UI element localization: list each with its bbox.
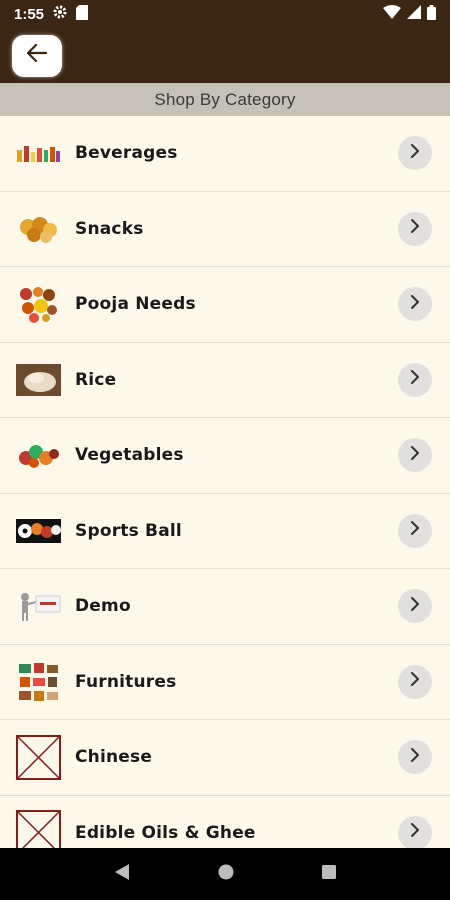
gear-icon — [52, 4, 68, 24]
chevron-right-icon — [410, 294, 420, 314]
recents-square-icon[interactable] — [321, 864, 337, 885]
broken-image-placeholder — [16, 810, 61, 848]
demo-thumbnail — [16, 588, 61, 624]
category-row-demo[interactable]: Demo — [0, 569, 450, 645]
category-label: Furnitures — [75, 671, 177, 692]
section-title: Shop By Category — [154, 89, 296, 109]
chevron-right-button[interactable] — [398, 362, 432, 397]
category-row-beverages[interactable]: Beverages — [0, 116, 450, 192]
category-label: Beverages — [75, 143, 178, 164]
arrow-left-icon — [26, 43, 48, 67]
home-circle-icon[interactable] — [217, 863, 235, 886]
category-row-furnitures[interactable]: Furnitures — [0, 645, 450, 720]
category-row-edible-oils-ghee[interactable]: Edible Oils & Ghee — [0, 796, 450, 848]
category-label: Vegetables — [75, 445, 184, 466]
chevron-right-button[interactable] — [398, 589, 432, 624]
chevron-right-icon — [410, 445, 420, 465]
furnitures-thumbnail — [16, 662, 61, 701]
chevron-right-icon — [410, 143, 420, 163]
category-label: Sports Ball — [75, 520, 182, 541]
chevron-right-button[interactable] — [398, 815, 432, 848]
back-button[interactable] — [12, 34, 62, 77]
broken-image-placeholder — [16, 734, 61, 780]
rice-thumbnail — [16, 362, 61, 398]
chevron-right-button[interactable] — [398, 438, 432, 473]
chevron-right-button[interactable] — [398, 513, 432, 548]
sd-card-icon — [76, 4, 89, 24]
chevron-right-icon — [410, 747, 420, 767]
pooja-needs-thumbnail — [16, 286, 61, 324]
chevron-right-button[interactable] — [398, 664, 432, 699]
chevron-right-icon — [410, 521, 420, 540]
category-row-sports-ball[interactable]: Sports Ball — [0, 494, 450, 569]
back-triangle-icon[interactable] — [113, 863, 131, 886]
category-row-vegetables[interactable]: Vegetables — [0, 418, 450, 494]
chevron-right-icon — [410, 596, 420, 616]
battery-icon — [427, 4, 436, 24]
category-label: Pooja Needs — [75, 294, 196, 315]
status-time: 1:55 — [14, 5, 45, 23]
chevron-right-icon — [410, 370, 420, 389]
app-bar — [0, 28, 450, 83]
section-header: Shop By Category — [0, 83, 450, 116]
chevron-right-button[interactable] — [398, 136, 432, 171]
category-list: Beverages Snacks Pooja Needs Rice Vegeta… — [0, 116, 450, 848]
chevron-right-button[interactable] — [398, 740, 432, 775]
category-label: Chinese — [75, 747, 153, 768]
chevron-right-icon — [410, 672, 420, 691]
category-label: Snacks — [75, 218, 144, 239]
chevron-right-button[interactable] — [398, 211, 432, 246]
chevron-right-icon — [410, 823, 420, 842]
beverages-thumbnail — [16, 135, 61, 171]
sports-ball-thumbnail — [16, 513, 61, 549]
wifi-icon — [383, 5, 401, 23]
category-label: Demo — [75, 596, 131, 617]
category-row-chinese[interactable]: Chinese — [0, 720, 450, 796]
system-nav-bar — [0, 848, 450, 900]
chevron-right-icon — [410, 219, 420, 238]
vegetables-thumbnail — [16, 437, 61, 473]
category-label: Rice — [75, 369, 117, 390]
chevron-right-button[interactable] — [398, 287, 432, 322]
status-bar: 1:55 — [0, 0, 450, 28]
category-row-rice[interactable]: Rice — [0, 343, 450, 418]
category-row-pooja-needs[interactable]: Pooja Needs — [0, 267, 450, 343]
category-row-snacks[interactable]: Snacks — [0, 192, 450, 267]
snacks-thumbnail — [16, 211, 61, 247]
signal-icon — [407, 5, 421, 23]
category-label: Edible Oils & Ghee — [75, 822, 256, 843]
